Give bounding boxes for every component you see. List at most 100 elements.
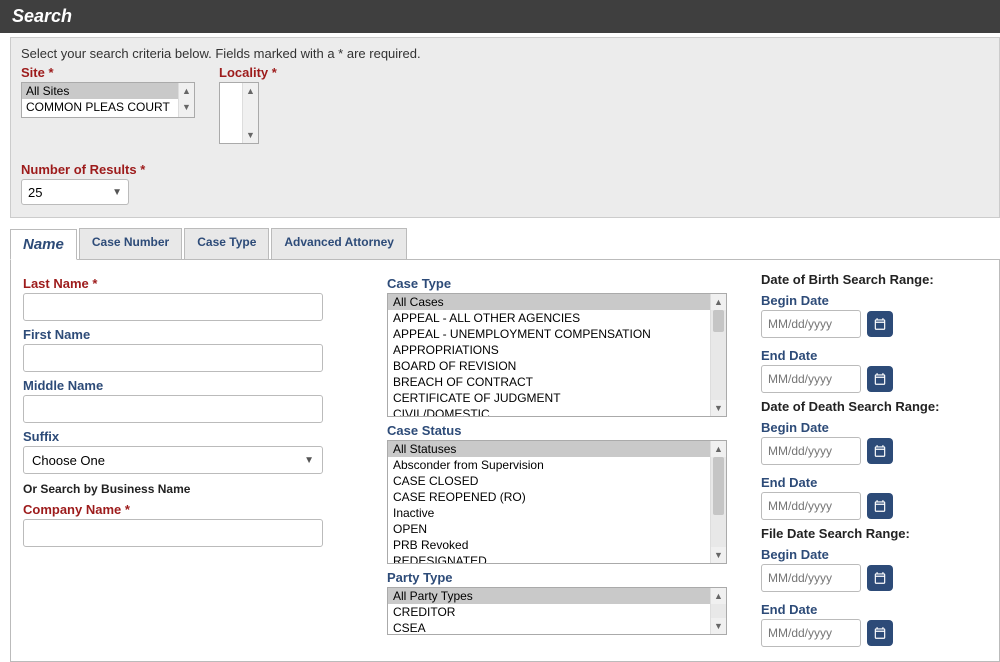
chevron-down-icon: ▼: [304, 455, 314, 466]
calendar-icon: [873, 444, 887, 458]
scroll-up-icon[interactable]: ▲: [711, 441, 726, 457]
scroll-down-icon[interactable]: ▼: [711, 618, 726, 634]
party-type-listbox[interactable]: All Party Types CREDITOR CSEA ▲▼: [387, 587, 727, 635]
instruction-text: Select your search criteria below. Field…: [21, 46, 989, 61]
list-item[interactable]: Absconder from Supervision: [388, 457, 726, 473]
num-results-label: Number of Results *: [21, 162, 989, 177]
list-item[interactable]: Inactive: [388, 505, 726, 521]
list-item[interactable]: PRB Revoked: [388, 537, 726, 553]
tab-content: Last Name * First Name Middle Name Suffi…: [10, 260, 1000, 662]
dod-end-label: End Date: [761, 475, 971, 490]
site-listbox[interactable]: All Sites COMMON PLEAS COURT ▲ ▼: [21, 82, 195, 118]
scrollbar[interactable]: ▲▼: [710, 588, 726, 634]
list-item[interactable]: BOARD OF REVISION: [388, 358, 726, 374]
list-item[interactable]: APPEAL - UNEMPLOYMENT COMPENSATION: [388, 326, 726, 342]
dod-end-input[interactable]: [761, 492, 861, 520]
dob-begin-label: Begin Date: [761, 293, 971, 308]
dob-end-label: End Date: [761, 348, 971, 363]
scroll-up-icon[interactable]: ▲: [711, 294, 726, 310]
page-title: Search: [12, 6, 72, 26]
calendar-button[interactable]: [867, 565, 893, 591]
locality-listbox[interactable]: ▲ ▼: [219, 82, 259, 144]
site-option[interactable]: COMMON PLEAS COURT: [22, 99, 194, 115]
last-name-label: Last Name *: [23, 276, 363, 291]
calendar-button[interactable]: [867, 311, 893, 337]
search-criteria-panel: Select your search criteria below. Field…: [10, 37, 1000, 218]
list-item[interactable]: CASE REOPENED (RO): [388, 489, 726, 505]
scroll-up-icon[interactable]: ▲: [711, 588, 726, 604]
file-begin-label: Begin Date: [761, 547, 971, 562]
tab-case-type[interactable]: Case Type: [184, 228, 269, 259]
list-item[interactable]: CREDITOR: [388, 604, 726, 620]
case-type-listbox[interactable]: All Cases APPEAL - ALL OTHER AGENCIES AP…: [387, 293, 727, 417]
tab-name[interactable]: Name: [10, 229, 77, 260]
scroll-down-icon[interactable]: ▼: [243, 127, 258, 143]
file-date-range-header: File Date Search Range:: [761, 526, 971, 541]
search-tabs: Name Case Number Case Type Advanced Atto…: [10, 228, 1000, 260]
scrollbar[interactable]: ▲▼: [710, 294, 726, 416]
scroll-down-icon[interactable]: ▼: [711, 400, 726, 416]
party-type-label: Party Type: [387, 570, 737, 585]
first-name-label: First Name: [23, 327, 363, 342]
scroll-down-icon[interactable]: ▼: [711, 547, 726, 563]
scroll-up-icon[interactable]: ▲: [243, 83, 258, 99]
num-results-select[interactable]: 25 ▼: [21, 179, 129, 205]
suffix-label: Suffix: [23, 429, 363, 444]
scroll-thumb[interactable]: [713, 457, 724, 515]
scrollbar[interactable]: ▲ ▼: [242, 83, 258, 143]
company-name-input[interactable]: [23, 519, 323, 547]
calendar-button[interactable]: [867, 366, 893, 392]
list-item[interactable]: APPEAL - ALL OTHER AGENCIES: [388, 310, 726, 326]
last-name-input[interactable]: [23, 293, 323, 321]
list-item[interactable]: CIVIL/DOMESTIC: [388, 406, 726, 417]
page-header: Search: [0, 0, 1000, 33]
site-option[interactable]: All Sites: [22, 83, 194, 99]
file-end-input[interactable]: [761, 619, 861, 647]
company-name-label: Company Name *: [23, 502, 363, 517]
first-name-input[interactable]: [23, 344, 323, 372]
scroll-down-icon[interactable]: ▼: [179, 99, 194, 115]
list-item[interactable]: REDESIGNATED: [388, 553, 726, 564]
site-label: Site *: [21, 65, 195, 80]
calendar-button[interactable]: [867, 620, 893, 646]
scrollbar[interactable]: ▲▼: [710, 441, 726, 563]
list-item[interactable]: CERTIFICATE OF JUDGMENT: [388, 390, 726, 406]
list-item[interactable]: APPROPRIATIONS: [388, 342, 726, 358]
list-item[interactable]: BREACH OF CONTRACT: [388, 374, 726, 390]
calendar-icon: [873, 571, 887, 585]
dob-range-header: Date of Birth Search Range:: [761, 272, 971, 287]
chevron-down-icon: ▼: [112, 187, 122, 198]
or-search-label: Or Search by Business Name: [23, 482, 363, 496]
list-item[interactable]: CSEA: [388, 620, 726, 635]
case-status-listbox[interactable]: All Statuses Absconder from Supervision …: [387, 440, 727, 564]
file-end-label: End Date: [761, 602, 971, 617]
list-item[interactable]: OPEN: [388, 521, 726, 537]
calendar-icon: [873, 626, 887, 640]
tab-advanced-attorney[interactable]: Advanced Attorney: [271, 228, 407, 259]
list-item[interactable]: CASE CLOSED: [388, 473, 726, 489]
middle-name-input[interactable]: [23, 395, 323, 423]
file-begin-input[interactable]: [761, 564, 861, 592]
middle-name-label: Middle Name: [23, 378, 363, 393]
dod-begin-input[interactable]: [761, 437, 861, 465]
calendar-button[interactable]: [867, 493, 893, 519]
scroll-thumb[interactable]: [713, 310, 724, 332]
scrollbar[interactable]: ▲ ▼: [178, 83, 194, 117]
dod-begin-label: Begin Date: [761, 420, 971, 435]
list-item[interactable]: All Statuses: [388, 441, 726, 457]
case-type-label: Case Type: [387, 276, 737, 291]
dod-range-header: Date of Death Search Range:: [761, 399, 971, 414]
calendar-icon: [873, 372, 887, 386]
list-item[interactable]: All Cases: [388, 294, 726, 310]
calendar-button[interactable]: [867, 438, 893, 464]
tab-case-number[interactable]: Case Number: [79, 228, 182, 259]
calendar-icon: [873, 499, 887, 513]
calendar-icon: [873, 317, 887, 331]
case-status-label: Case Status: [387, 423, 737, 438]
dob-begin-input[interactable]: [761, 310, 861, 338]
locality-label: Locality *: [219, 65, 277, 80]
scroll-up-icon[interactable]: ▲: [179, 83, 194, 99]
list-item[interactable]: All Party Types: [388, 588, 726, 604]
dob-end-input[interactable]: [761, 365, 861, 393]
suffix-select[interactable]: Choose One ▼: [23, 446, 323, 474]
